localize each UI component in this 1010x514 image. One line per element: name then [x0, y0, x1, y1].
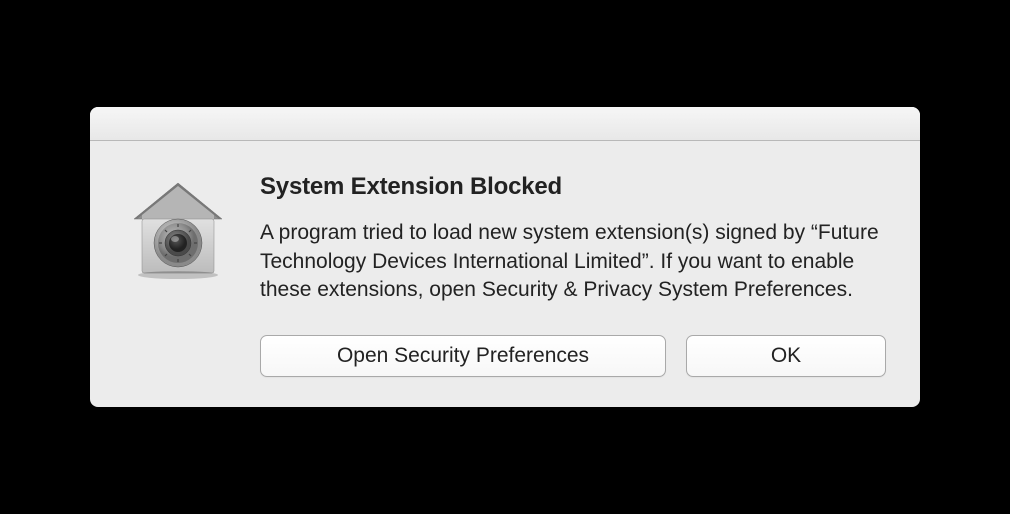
ok-button[interactable]: OK: [686, 335, 886, 377]
dialog-button-row: Open Security Preferences OK: [260, 335, 886, 377]
open-security-preferences-button[interactable]: Open Security Preferences: [260, 335, 666, 377]
dialog-message: A program tried to load new system exten…: [260, 219, 886, 304]
dialog-content: System Extension Blocked A program tried…: [90, 141, 920, 406]
system-extension-blocked-dialog: System Extension Blocked A program tried…: [90, 107, 920, 406]
dialog-title: System Extension Blocked: [260, 173, 886, 201]
security-house-vault-icon: [124, 175, 232, 283]
dialog-titlebar: [90, 107, 920, 141]
dialog-text-area: System Extension Blocked A program tried…: [260, 171, 886, 376]
